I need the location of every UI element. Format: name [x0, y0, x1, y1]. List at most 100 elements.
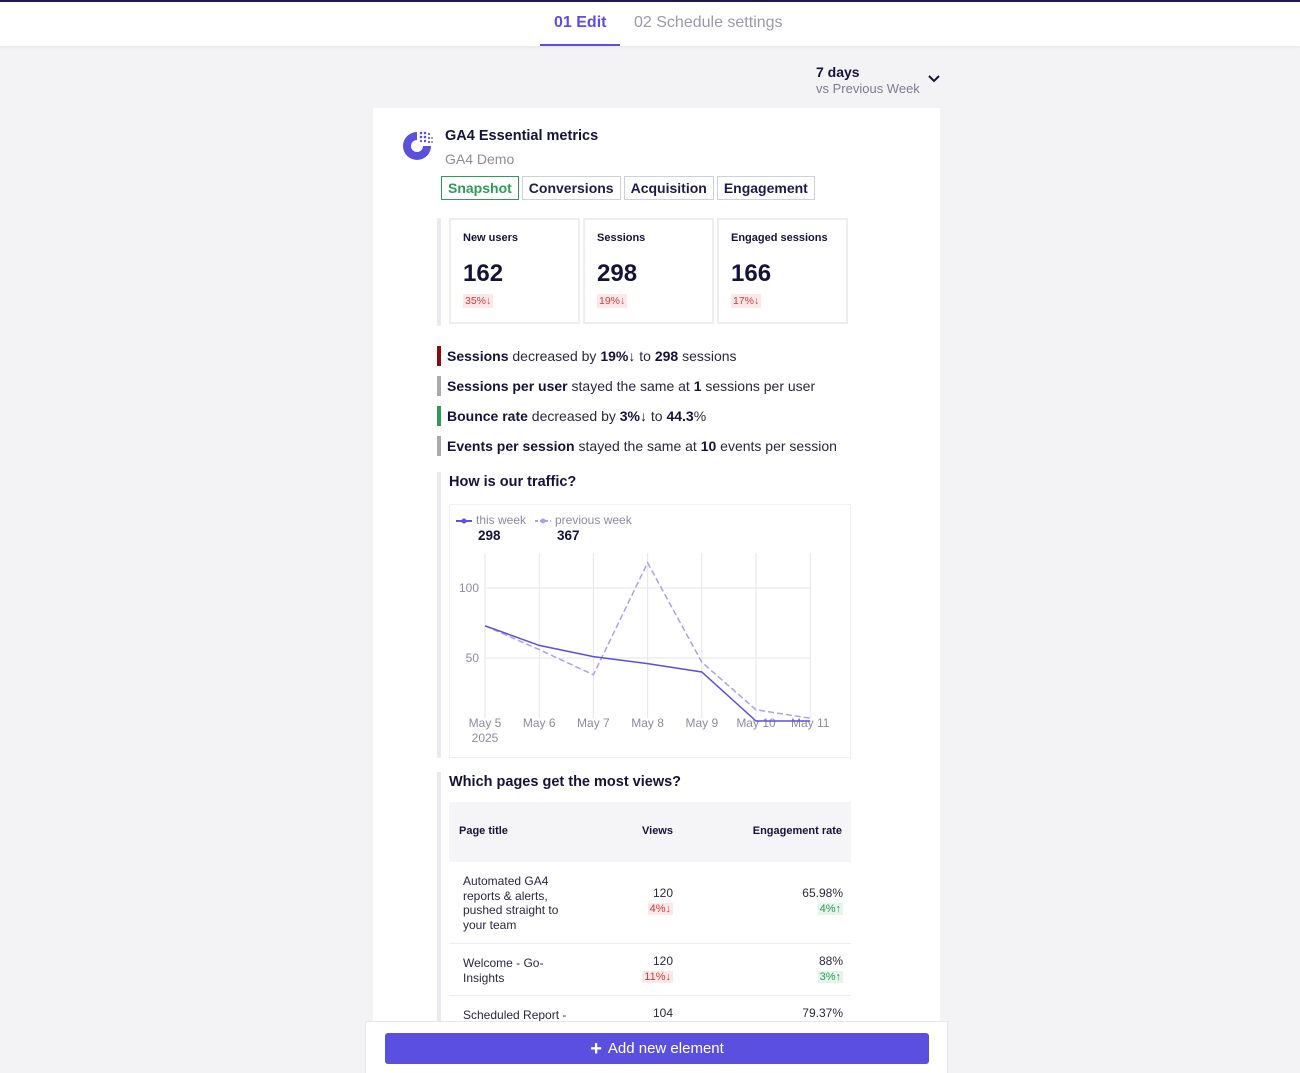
tab-edit[interactable]: 01 Edit: [540, 14, 621, 46]
x-tick-label: May 10: [736, 716, 776, 730]
kpi-card-engaged-sessions[interactable]: Engaged sessions 166 17%↓: [717, 218, 848, 324]
pages-title: Which pages get the most views?: [449, 774, 682, 790]
views-cell: 120 4%↓: [647, 886, 673, 915]
kpi-card-new-users[interactable]: New users 162 35%↓: [449, 218, 580, 324]
period-comparison: vs Previous Week: [816, 81, 920, 96]
engagement-cell: 79.37%: [802, 1006, 843, 1020]
line-chart-svg: 50 100 May 5 May 6 May 7 May 8 May 9 May 10 May …: [459, 553, 830, 745]
kpi-label: New users: [463, 232, 519, 244]
table-row[interactable]: Welcome - Go-Insights 120 11%↓ 88% 3%↑: [449, 944, 851, 996]
insight-text: events per session: [716, 438, 837, 454]
kpi-value: 298: [597, 260, 638, 287]
insight-emphasis: Sessions per user: [447, 378, 568, 394]
insight-emphasis: 10: [700, 438, 717, 454]
column-header-page-title[interactable]: Page title: [459, 825, 508, 837]
x-tick-label: May 11: [791, 716, 830, 730]
report-tab-snapshot[interactable]: Snapshot: [441, 176, 519, 200]
engagement-value: 88%: [818, 954, 843, 968]
views-delta: 4%↓: [647, 903, 673, 915]
views-value: 120: [652, 886, 673, 900]
insight-item: Sessions per user stayed the same at 1 s…: [437, 376, 837, 396]
insight-text: to: [647, 408, 667, 424]
insight-item: Bounce rate decreased by 3%↓ to 44.3%: [437, 406, 837, 426]
x-tick-label: May 5: [469, 716, 502, 730]
report-tabs: Snapshot Conversions Acquisition Engagem…: [441, 176, 815, 200]
page-title-cell: Automated GA4 reports & alerts, pushed s…: [463, 874, 559, 932]
insight-indicator: [437, 406, 441, 426]
views-value: 120: [652, 954, 673, 968]
insights-list: Sessions decreased by 19%↓ to 298 sessio…: [437, 346, 837, 466]
kpi-value: 166: [731, 260, 772, 287]
kpi-card-sessions[interactable]: Sessions 298 19%↓: [583, 218, 714, 324]
x-tick-label: May 6: [523, 716, 556, 730]
insight-emphasis: 298: [654, 348, 679, 364]
insight-indicator: [437, 436, 441, 456]
add-new-element-button[interactable]: + Add new element: [385, 1033, 929, 1064]
insight-emphasis: 1: [693, 378, 702, 394]
engagement-delta: 4%↑: [817, 903, 843, 915]
insight-text: stayed the same at: [567, 378, 694, 394]
insight-emphasis: Sessions: [447, 348, 509, 364]
kpi-section: New users 162 35%↓ Sessions 298 19%↓ Eng…: [437, 218, 849, 326]
report-tab-conversions[interactable]: Conversions: [521, 176, 621, 200]
insight-item: Sessions decreased by 19%↓ to 298 sessio…: [437, 346, 837, 366]
y-tick-label: 50: [466, 651, 480, 665]
bottom-bar: + Add new element: [365, 1021, 948, 1073]
engagement-cell: 88% 3%↑: [817, 954, 843, 983]
insight-emphasis: Events per session: [447, 438, 575, 454]
table-row[interactable]: Automated GA4 reports & alerts, pushed s…: [449, 862, 851, 944]
insight-text: decreased by: [527, 408, 620, 424]
kpi-delta: 19%↓: [597, 294, 628, 308]
x-tick-label: May 7: [577, 716, 610, 730]
views-delta: 11%↓: [642, 971, 673, 983]
views-cell: 120 11%↓: [642, 954, 673, 983]
column-header-views[interactable]: Views: [642, 825, 673, 837]
engagement-cell: 65.98% 4%↑: [802, 886, 843, 915]
insight-emphasis: 3%↓: [619, 408, 647, 424]
insight-item: Events per session stayed the same at 10…: [437, 436, 837, 456]
insight-text: %: [693, 408, 707, 424]
insight-text: to: [635, 348, 655, 364]
report-card: GA4 Essential metrics GA4 Demo Snapshot …: [373, 108, 940, 1073]
insight-emphasis: 44.3: [666, 408, 694, 424]
table-header: Page title Views Engagement rate: [449, 802, 851, 862]
insight-emphasis: Bounce rate: [447, 408, 528, 424]
x-tick-label: May 8: [631, 716, 664, 730]
kpi-delta: 17%↓: [731, 294, 762, 308]
pages-table: Page title Views Engagement rate Automat…: [449, 802, 851, 1036]
insight-text: stayed the same at: [574, 438, 701, 454]
tab-schedule-settings[interactable]: 02 Schedule settings: [620, 14, 797, 46]
traffic-section[interactable]: How is our traffic? this week 298 previo…: [437, 472, 851, 758]
views-value: 104: [652, 1006, 673, 1020]
kpi-delta: 35%↓: [463, 294, 494, 308]
go-insights-logo-icon: [403, 131, 433, 160]
insight-text: decreased by: [508, 348, 601, 364]
insight-indicator: [437, 376, 441, 396]
y-tick-label: 100: [459, 581, 479, 595]
report-tab-engagement[interactable]: Engagement: [716, 176, 815, 200]
chevron-down-icon[interactable]: [927, 72, 941, 86]
engagement-value: 79.37%: [802, 1006, 843, 1020]
report-subtitle: GA4 Demo: [445, 151, 515, 167]
kpi-label: Sessions: [597, 232, 646, 244]
page-title-cell: Welcome - Go-Insights: [463, 956, 544, 985]
x-tick-label: May 9: [685, 716, 718, 730]
kpi-label: Engaged sessions: [731, 232, 828, 244]
views-cell: 104: [653, 1006, 673, 1020]
period-selector[interactable]: 7 days vs Previous Week: [816, 64, 920, 96]
x-tick-year-label: 2025: [472, 731, 499, 745]
top-bar: 01 Edit 02 Schedule settings: [0, 0, 1300, 46]
insight-text: sessions per user: [701, 378, 816, 394]
kpi-value: 162: [463, 260, 504, 287]
traffic-chart: this week 298 previous week 367 50 100 May…: [449, 504, 851, 758]
plus-icon: +: [590, 1038, 602, 1060]
report-title: GA4 Essential metrics: [445, 128, 599, 144]
engagement-value: 65.98%: [802, 886, 843, 900]
column-header-engagement-rate[interactable]: Engagement rate: [753, 825, 842, 837]
report-tab-acquisition[interactable]: Acquisition: [623, 176, 714, 200]
period-days: 7 days: [816, 64, 860, 80]
insight-text: sessions: [678, 348, 737, 364]
add-button-label: Add new element: [607, 1040, 724, 1057]
traffic-title: How is our traffic?: [449, 474, 577, 490]
engagement-delta: 3%↑: [817, 971, 843, 983]
